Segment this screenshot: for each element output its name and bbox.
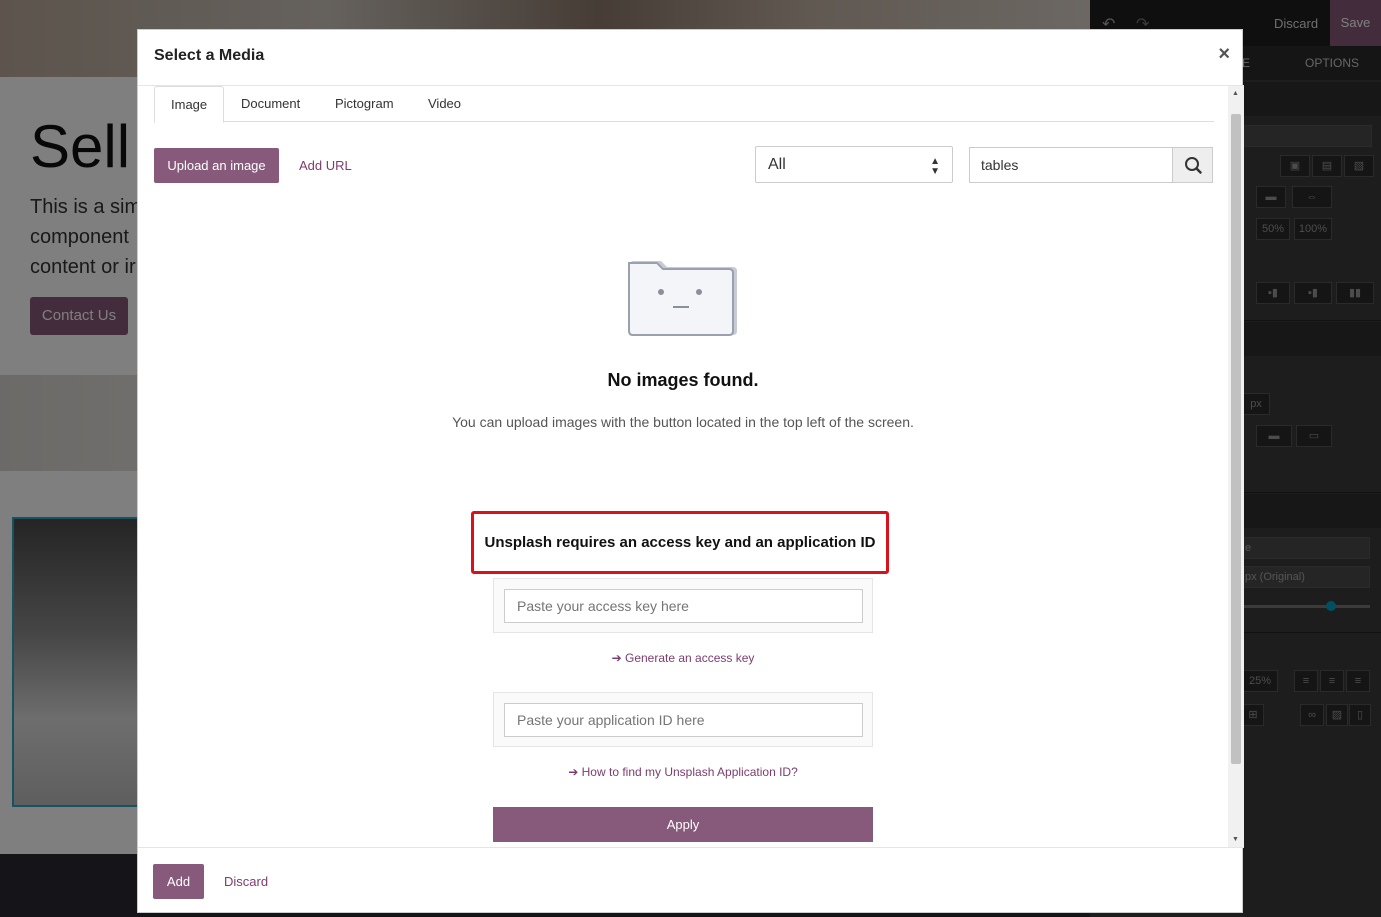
arrow-right-icon: ➔: [611, 651, 625, 665]
search-icon: [1185, 157, 1202, 174]
close-icon[interactable]: ×: [1218, 43, 1230, 66]
tab-image[interactable]: Image: [154, 86, 225, 123]
access-key-input[interactable]: [504, 589, 863, 623]
access-key-group: [493, 578, 873, 633]
search-input[interactable]: tables: [969, 147, 1173, 183]
generate-access-key-label: Generate an access key: [624, 651, 755, 665]
media-tabs: Image Document Pictogram Video: [154, 86, 1214, 123]
search-button[interactable]: [1172, 147, 1213, 183]
scroll-down-icon[interactable]: ▼: [1232, 836, 1239, 843]
tab-document[interactable]: Document: [241, 86, 300, 122]
application-id-input[interactable]: [504, 703, 863, 737]
select-media-dialog: Select a Media × Image Document Pictogra…: [137, 29, 1244, 914]
tab-video[interactable]: Video: [428, 86, 461, 122]
filter-select-value: All: [768, 156, 786, 173]
find-app-id-label: How to find my Unsplash Application ID?: [581, 765, 798, 779]
find-app-id-link[interactable]: ➔ How to find my Unsplash Application ID…: [138, 765, 1228, 779]
empty-state-subtitle: You can upload images with the button lo…: [452, 414, 914, 430]
dialog-header: Select a Media ×: [138, 30, 1244, 86]
scrollbar-thumb[interactable]: [1231, 114, 1241, 764]
upload-image-button[interactable]: Upload an image: [154, 148, 279, 183]
app-id-group: [493, 692, 873, 747]
unsplash-notice-title: Unsplash requires an access key and an a…: [484, 534, 876, 551]
discard-button[interactable]: Discard: [224, 874, 268, 889]
generate-access-key-link[interactable]: ➔ Generate an access key: [138, 651, 1228, 665]
dialog-footer: Add Discard: [138, 847, 1244, 914]
dialog-title: Select a Media: [154, 47, 265, 64]
empty-state-title: No images found.: [607, 370, 759, 390]
apply-button[interactable]: Apply: [493, 807, 873, 842]
tab-pictogram[interactable]: Pictogram: [335, 86, 394, 122]
add-url-link[interactable]: Add URL: [299, 158, 352, 173]
scroll-up-icon[interactable]: ▲: [1232, 90, 1239, 97]
unsplash-notice-highlight: Unsplash requires an access key and an a…: [471, 511, 889, 574]
filter-select[interactable]: All ▲ ▼: [755, 146, 953, 183]
select-arrows-icon: ▲ ▼: [930, 156, 940, 177]
empty-folder-icon: [628, 261, 737, 336]
add-button[interactable]: Add: [153, 864, 204, 899]
arrow-right-icon: ➔: [568, 765, 582, 779]
dialog-scrollbar[interactable]: ▲ ▼: [1228, 86, 1244, 847]
